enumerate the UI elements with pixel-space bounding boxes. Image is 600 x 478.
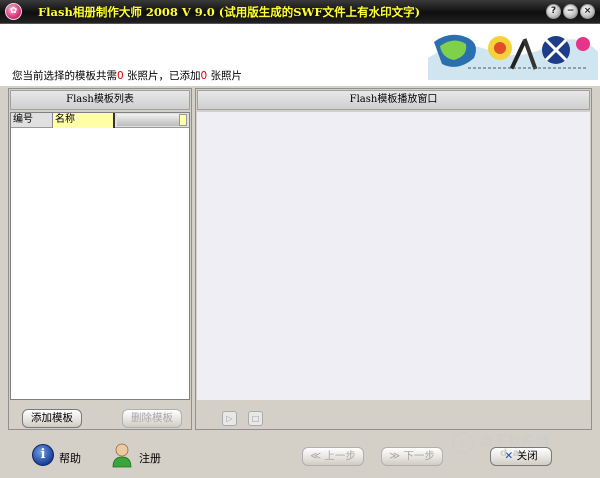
double-left-arrow-icon: ≪ bbox=[310, 450, 322, 462]
app-logo-icon: ✿ bbox=[5, 3, 22, 20]
double-right-arrow-icon: ≫ bbox=[389, 450, 401, 462]
list-header: 编号 名称 bbox=[11, 113, 189, 128]
watermark-logo-icon: ↓ bbox=[452, 432, 474, 454]
template-list-panel: Flash模板列表 编号 名称 添加模板 删除模板 bbox=[8, 88, 192, 430]
next-step-button[interactable]: ≫ 下一步 bbox=[381, 447, 443, 466]
play-icon[interactable]: ▷ bbox=[222, 411, 237, 426]
watermark-subtext: d a bbox=[500, 448, 521, 459]
minimize-button[interactable]: − bbox=[563, 4, 578, 19]
template-list[interactable]: 编号 名称 bbox=[10, 112, 190, 400]
prev-step-button[interactable]: ≪ 上一步 bbox=[302, 447, 364, 466]
add-template-button[interactable]: 添加模板 bbox=[22, 409, 82, 428]
help-icon[interactable]: ? bbox=[546, 4, 561, 19]
prev-step-label: 上一步 bbox=[324, 450, 356, 462]
window-title: Flash相册制作大师 2008 V 9.0 (试用版生成的SWF文件上有水印文… bbox=[38, 5, 421, 19]
help-label[interactable]: 帮助 bbox=[59, 450, 81, 466]
user-icon[interactable] bbox=[111, 442, 133, 468]
footer-bar: i 帮助 注册 ≪ 上一步 ≫ 下一步 ✕ 关闭 当下软件园 d a ↓ bbox=[0, 432, 600, 478]
info-mid: 张照片，已添加 bbox=[127, 70, 201, 82]
photo-count-info: 您当前选择的模板共需0 张照片，已添加0 张照片 bbox=[12, 68, 242, 83]
header-area: 您当前选择的模板共需0 张照片，已添加0 张照片 bbox=[0, 24, 600, 86]
delete-template-button[interactable]: 删除模板 bbox=[122, 409, 182, 428]
required-count: 0 bbox=[117, 70, 124, 82]
column-header-empty bbox=[117, 114, 179, 126]
player-panel: Flash模板播放窗口 ▷ □ bbox=[195, 88, 592, 430]
title-bar[interactable]: ✿ Flash相册制作大师 2008 V 9.0 (试用版生成的SWF文件上有水… bbox=[0, 0, 600, 24]
register-label[interactable]: 注册 bbox=[139, 450, 161, 466]
close-window-button[interactable]: × bbox=[580, 4, 595, 19]
added-count: 0 bbox=[200, 70, 208, 82]
player-title: Flash模板播放窗口 bbox=[197, 90, 590, 110]
column-scroll-corner bbox=[179, 114, 187, 126]
info-suffix: 张照片 bbox=[210, 70, 243, 82]
info-prefix: 您当前选择的模板共需 bbox=[12, 70, 117, 82]
watermark-text: 当下软件园 bbox=[480, 434, 551, 449]
column-header-name[interactable]: 名称 bbox=[53, 113, 115, 128]
stop-icon[interactable]: □ bbox=[248, 411, 263, 426]
flash-player-area[interactable] bbox=[197, 112, 590, 400]
column-header-number[interactable]: 编号 bbox=[11, 113, 53, 128]
template-list-title: Flash模板列表 bbox=[10, 90, 190, 110]
info-circle-icon[interactable]: i bbox=[32, 444, 54, 466]
decorative-banner bbox=[428, 28, 598, 80]
next-step-label: 下一步 bbox=[403, 450, 435, 462]
